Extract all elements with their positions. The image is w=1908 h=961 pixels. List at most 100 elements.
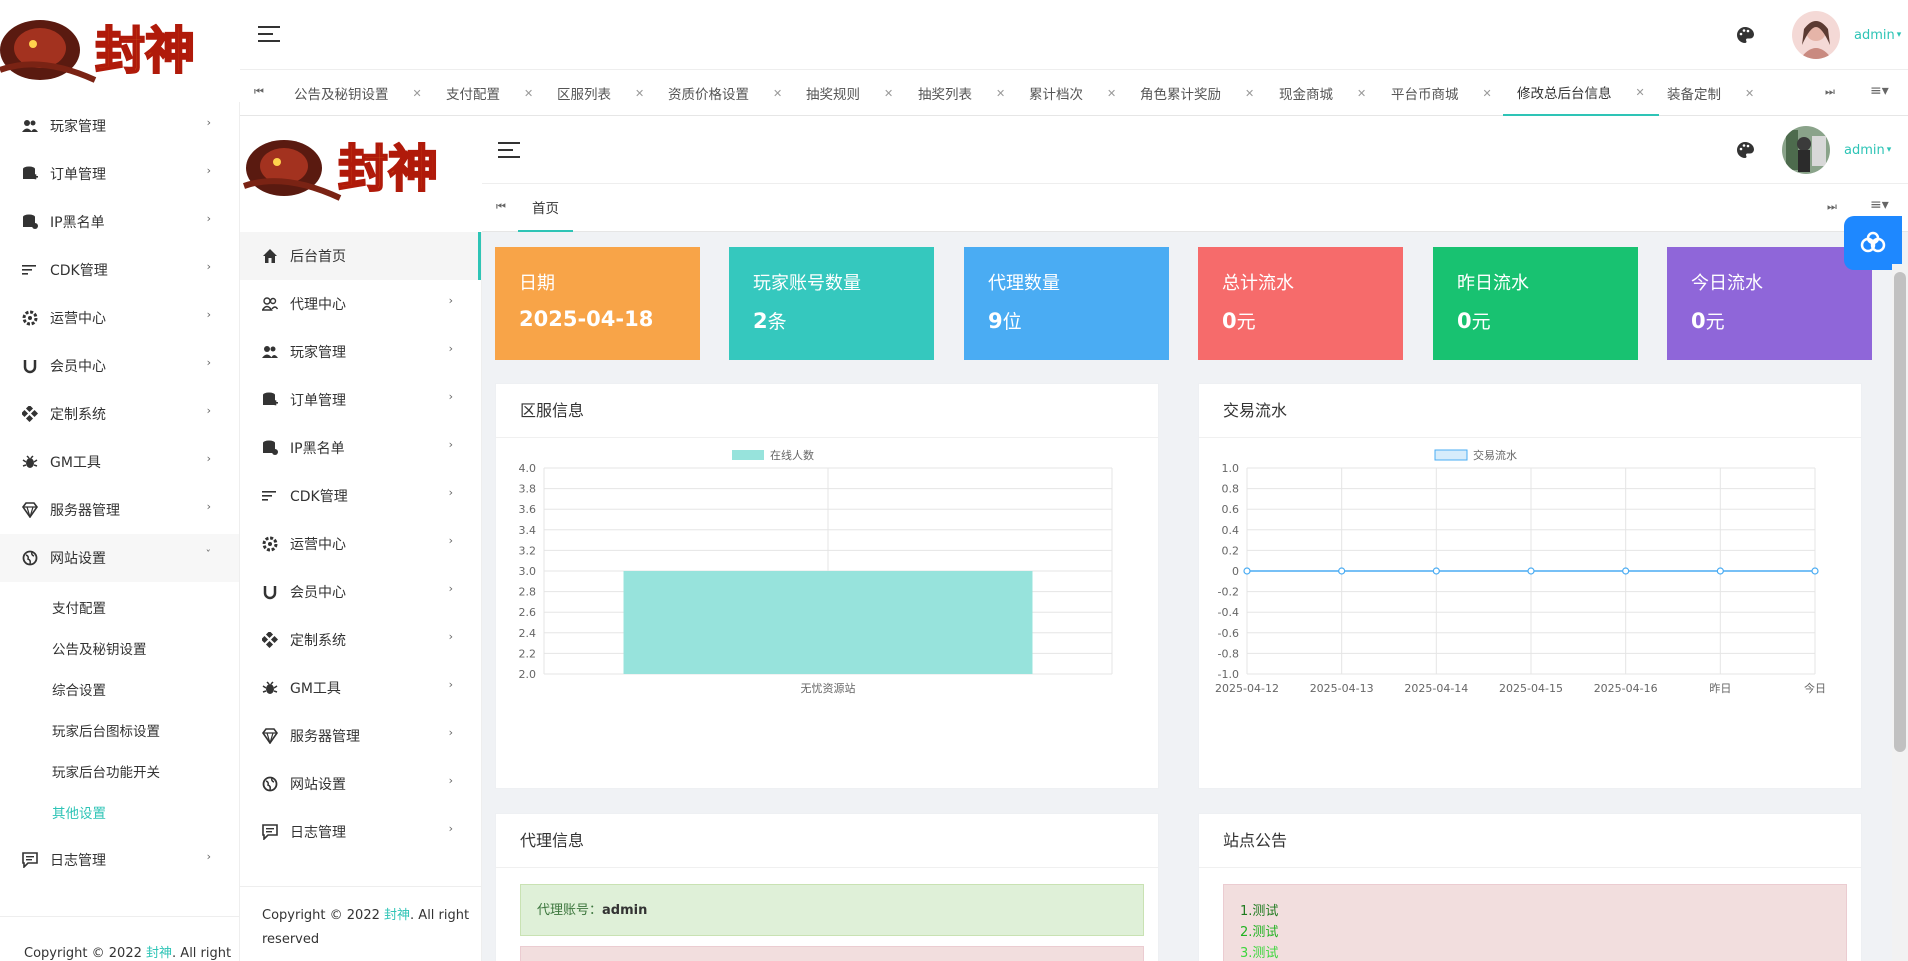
sidebar-item[interactable]: GM工具 › <box>0 438 239 486</box>
outer-tab[interactable]: 公告及秘钥设置 ✕ <box>294 70 422 116</box>
sidebar-item[interactable]: CDK管理 › <box>0 246 239 294</box>
close-icon[interactable]: ✕ <box>1245 87 1254 100</box>
outer-user-name[interactable]: admin <box>1854 28 1895 43</box>
outer-tab[interactable]: 资质价格设置 ✕ <box>668 70 782 116</box>
inner-sidebar-item[interactable]: 定制系统 › <box>240 616 481 664</box>
notice-item[interactable]: 1.测试 <box>1240 901 1830 922</box>
inner-sidebar-item[interactable]: 订单管理 › <box>240 376 481 424</box>
close-icon[interactable]: ✕ <box>1636 86 1645 99</box>
caret-down-icon[interactable]: ▾ <box>1887 145 1892 155</box>
outer-tab[interactable]: 累计档次 ✕ <box>1029 70 1116 116</box>
outer-tab[interactable]: 抽奖列表 ✕ <box>918 70 1005 116</box>
sidebar-item[interactable]: 运营中心 › <box>0 294 239 342</box>
sidebar-item[interactable]: 会员中心 › <box>0 342 239 390</box>
inner-sidebar-item[interactable]: CDK管理 › <box>240 472 481 520</box>
y-tick-label: -0.4 <box>1218 606 1239 619</box>
inner-avatar[interactable] <box>1782 126 1830 174</box>
outer-tab[interactable]: 区服列表 ✕ <box>557 70 644 116</box>
inner-user-name[interactable]: admin <box>1844 143 1885 158</box>
close-icon[interactable]: ✕ <box>524 87 533 100</box>
inner-sidebar-item[interactable]: 运营中心 › <box>240 520 481 568</box>
close-icon[interactable]: ✕ <box>996 87 1005 100</box>
submenu-item[interactable]: 玩家后台图标设置 <box>0 709 239 750</box>
notice-item[interactable]: 3.测试 <box>1240 943 1830 961</box>
users-icon <box>262 344 278 360</box>
close-icon[interactable]: ✕ <box>635 87 644 100</box>
submenu-item[interactable]: 玩家后台功能开关 <box>0 750 239 791</box>
inner-sidebar-item[interactable]: IP黑名单 › <box>240 424 481 472</box>
list-icon <box>262 488 278 504</box>
inner-tab-home[interactable]: 首页 <box>518 184 573 232</box>
scrollbar-thumb[interactable] <box>1894 272 1906 752</box>
tabs-prev-icon[interactable]: ⏮ <box>254 85 264 99</box>
y-tick-label: 2.0 <box>519 668 537 681</box>
palette-icon[interactable] <box>1736 26 1754 44</box>
copyright-link[interactable]: 封神 <box>384 908 410 923</box>
inner-logo[interactable]: 封神 <box>240 116 482 232</box>
legend-label: 在线人数 <box>770 448 814 462</box>
outer-tab[interactable]: 支付配置 ✕ <box>446 70 533 116</box>
close-icon[interactable]: ✕ <box>773 87 782 100</box>
close-icon[interactable]: ✕ <box>1483 87 1492 100</box>
notice-item[interactable]: 2.测试 <box>1240 922 1830 943</box>
sidebar-item[interactable]: 定制系统 › <box>0 390 239 438</box>
y-tick-label: 3.6 <box>519 503 537 516</box>
outer-tab[interactable]: 装备定制 ✕ <box>1667 70 1754 116</box>
close-icon[interactable]: ✕ <box>1745 87 1754 100</box>
inner-sidebar-item[interactable]: 代理中心 › <box>240 280 481 328</box>
outer-tab[interactable]: 平台币商城 ✕ <box>1391 70 1492 116</box>
y-tick-label: 2.8 <box>519 586 537 599</box>
inner-sidebar-item[interactable]: 玩家管理 › <box>240 328 481 376</box>
tabs-prev-icon[interactable]: ⏮ <box>496 200 506 214</box>
sidebar-item[interactable]: 玩家管理 › <box>0 102 239 150</box>
tabs-menu-icon[interactable]: ≡▾ <box>1870 83 1889 99</box>
submenu-item[interactable]: 综合设置 <box>0 668 239 709</box>
chevron-right-icon: › <box>206 116 211 129</box>
inner-sidebar-item[interactable]: 会员中心 › <box>240 568 481 616</box>
submenu-item-active[interactable]: 其他设置 <box>0 791 239 832</box>
trade-flow-panel: 交易流水 交易流水 1.0 0.8 0.6 0.4 0.2 0 -0.2 -0.4 -0.6 -0.… <box>1198 383 1862 789</box>
diamond-grid-icon <box>262 632 278 648</box>
sidebar-item[interactable]: IP黑名单 › <box>0 198 239 246</box>
trade-line-chart: 交易流水 1.0 0.8 0.6 0.4 0.2 0 -0.2 -0.4 -0.6 -0.8 -1.0… <box>1215 448 1826 695</box>
home-icon <box>262 248 278 264</box>
tabs-menu-icon[interactable]: ≡▾ <box>1870 197 1889 213</box>
inner-sidebar-item[interactable]: GM工具 › <box>240 664 481 712</box>
chevron-right-icon: › <box>448 534 453 547</box>
message-icon <box>262 824 278 840</box>
submenu-item[interactable]: 公告及秘钥设置 <box>0 627 239 668</box>
menu-toggle-icon[interactable] <box>258 25 280 43</box>
inner-sidebar-item[interactable]: 日志管理 › <box>240 808 481 856</box>
sidebar-item-website-settings[interactable]: 网站设置 ˇ <box>0 534 239 582</box>
tabs-next-icon[interactable]: ⏭ <box>1825 85 1835 99</box>
close-icon[interactable]: ✕ <box>413 87 422 100</box>
outer-tab[interactable]: 角色累计奖励 ✕ <box>1140 70 1254 116</box>
chevron-right-icon: › <box>206 260 211 273</box>
menu-toggle-icon[interactable] <box>498 141 520 159</box>
outer-tab[interactable]: 现金商城 ✕ <box>1279 70 1366 116</box>
inner-sidebar-item[interactable]: 网站设置 › <box>240 760 481 808</box>
submenu-item[interactable]: 支付配置 <box>0 586 239 627</box>
caret-down-icon[interactable]: ▾ <box>1897 30 1902 40</box>
sidebar-item[interactable]: 服务器管理 › <box>0 486 239 534</box>
close-icon[interactable]: ✕ <box>884 87 893 100</box>
inner-frame: 封神 admin ▾ ⏮ 首页 ⏭ ≡▾ 后台首页 代理中心 › 玩家管理 › … <box>240 116 1908 961</box>
outer-tab-active[interactable]: 修改总后台信息 ✕ <box>1503 70 1659 116</box>
chevron-right-icon: › <box>206 356 211 369</box>
globe-icon <box>262 776 278 792</box>
tabs-next-icon[interactable]: ⏭ <box>1827 200 1837 214</box>
sidebar-item[interactable]: 订单管理 › <box>0 150 239 198</box>
outer-tab[interactable]: 抽奖规则 ✕ <box>806 70 893 116</box>
inner-sidebar-item-home[interactable]: 后台首页 <box>240 232 481 280</box>
palette-icon[interactable] <box>1736 141 1754 159</box>
sidebar-item[interactable]: 日志管理 › <box>0 836 239 884</box>
close-icon[interactable]: ✕ <box>1107 87 1116 100</box>
outer-header: admin ▾ <box>240 0 1908 70</box>
stat-card-yesterday-flow: 昨日流水 0元 <box>1433 247 1638 360</box>
close-icon[interactable]: ✕ <box>1357 87 1366 100</box>
cloud-widget-button[interactable] <box>1844 216 1902 270</box>
inner-sidebar-item[interactable]: 服务器管理 › <box>240 712 481 760</box>
copyright-link[interactable]: 封神 <box>146 946 172 961</box>
outer-avatar[interactable] <box>1792 11 1840 59</box>
outer-logo[interactable]: 封神 <box>0 0 240 102</box>
